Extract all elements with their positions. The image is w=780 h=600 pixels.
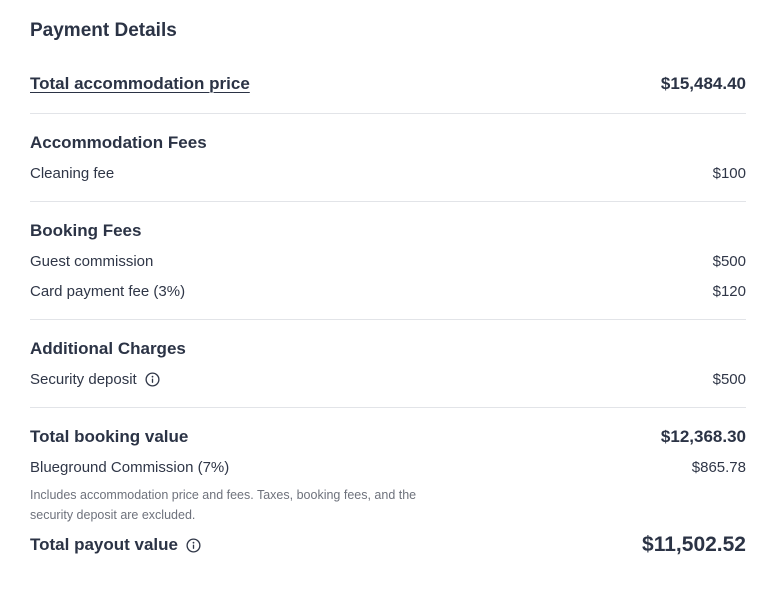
total-booking-value: $12,368.30 bbox=[660, 427, 746, 446]
cleaning-fee-value: $100 bbox=[712, 165, 746, 182]
guest-commission-label: Guest commission bbox=[30, 253, 154, 270]
accommodation-fees-heading: Accommodation Fees bbox=[30, 133, 207, 152]
total-accommodation-value: $15,484.40 bbox=[660, 74, 746, 93]
commission-row: Blueground Commission (7%) $865.78 bbox=[30, 459, 746, 476]
total-accommodation-link[interactable]: Total accommodation price bbox=[30, 74, 250, 94]
payment-details-panel: Payment Details Total accommodation pric… bbox=[0, 0, 780, 600]
booking-fees-heading-row: Booking Fees bbox=[30, 221, 746, 241]
divider bbox=[30, 201, 746, 202]
card-payment-fee-label: Card payment fee (3%) bbox=[30, 283, 186, 300]
commission-label: Blueground Commission (7%) bbox=[30, 459, 230, 476]
page-title: Payment Details bbox=[30, 20, 177, 41]
info-icon[interactable] bbox=[145, 372, 160, 387]
total-payout-row: Total payout value $11,502.52 bbox=[30, 533, 746, 557]
cleaning-fee-row: Cleaning fee $100 bbox=[30, 165, 746, 182]
security-deposit-value: $500 bbox=[712, 371, 746, 388]
security-deposit-row: Security deposit $500 bbox=[30, 371, 746, 388]
total-payout-label-group: Total payout value bbox=[30, 535, 201, 555]
total-booking-row: Total booking value $12,368.30 bbox=[30, 427, 746, 447]
cleaning-fee-label: Cleaning fee bbox=[30, 165, 115, 182]
divider bbox=[30, 407, 746, 408]
security-deposit-label: Security deposit bbox=[30, 371, 137, 388]
commission-value: $865.78 bbox=[691, 459, 746, 476]
security-deposit-label-group: Security deposit bbox=[30, 371, 160, 388]
additional-charges-heading-row: Additional Charges bbox=[30, 339, 746, 359]
accommodation-fees-heading-row: Accommodation Fees bbox=[30, 133, 746, 153]
divider bbox=[30, 319, 746, 320]
info-icon[interactable] bbox=[186, 537, 201, 553]
card-payment-fee-row: Card payment fee (3%) $120 bbox=[30, 283, 746, 300]
total-accommodation-row: Total accommodation price $15,484.40 bbox=[30, 74, 746, 94]
total-payout-label: Total payout value bbox=[30, 535, 178, 554]
commission-note: Includes accommodation price and fees. T… bbox=[30, 488, 417, 522]
total-payout-value: $11,502.52 bbox=[642, 533, 746, 556]
card-payment-fee-value: $120 bbox=[712, 283, 746, 300]
additional-charges-heading: Additional Charges bbox=[30, 339, 186, 358]
divider bbox=[30, 113, 746, 114]
guest-commission-row: Guest commission $500 bbox=[30, 253, 746, 270]
guest-commission-value: $500 bbox=[712, 253, 746, 270]
total-booking-label: Total booking value bbox=[30, 427, 189, 446]
booking-fees-heading: Booking Fees bbox=[30, 221, 142, 240]
